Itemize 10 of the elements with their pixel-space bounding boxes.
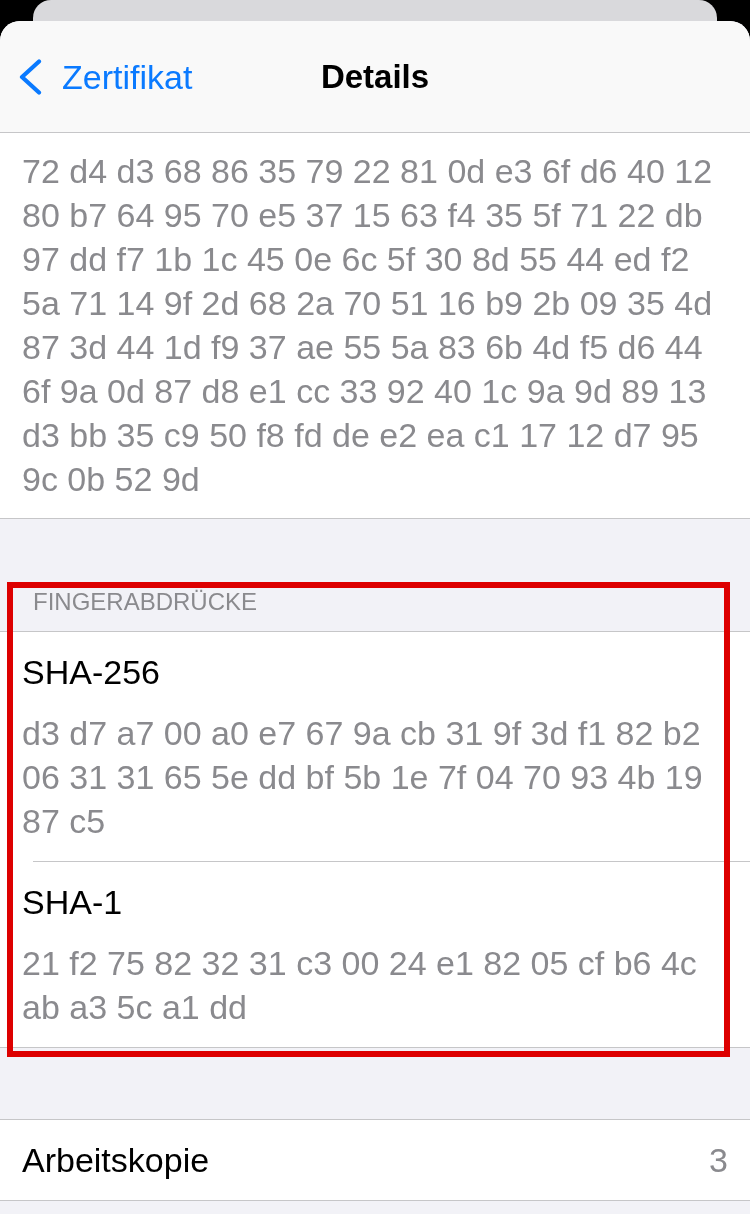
fingerprint-label: SHA-256 bbox=[22, 652, 161, 692]
chevron-left-icon bbox=[18, 58, 42, 95]
fingerprint-label: SHA-1 bbox=[22, 882, 124, 922]
back-button[interactable]: Zertifikat bbox=[18, 56, 193, 97]
nav-title: Details bbox=[320, 56, 430, 97]
row-value: 3 bbox=[709, 1140, 728, 1180]
fingerprint-value: d3 d7 a7 00 a0 e7 67 9a cb 31 9f 3d f1 82 b2 06 31 31 65 5e dd bf 5b 1e 7f 04 70 93 4b 19 87 c5 bbox=[22, 713, 704, 842]
row-label: Arbeitskopie bbox=[22, 1140, 210, 1180]
fingerprint-value: 21 f2 75 82 32 31 c3 00 24 e1 82 05 cf b6 4c ab a3 5c a1 dd bbox=[22, 943, 698, 1028]
hex-value: 72 d4 d3 68 86 35 79 22 81 0d e3 6f d6 40 12 80 b7 64 95 70 e5 37 15 63 f4 35 5f 71 22 db 97 dd f7 1b 1c 45 0e 6c 5f 30 8d 55 44 ed f2 5a 71 14 9f 2d 68 2a 70 51 16 b9 2b 09 35 4d 87 3d 44 1d f9 37 ae 55 5a 83 6b 4d f5 d6 44 6f 9a 0d 87 d8 e1 cc 33 92 40 1c 9a 9d 89 13 d3 bb 35 c9 50 f8 fd de e2 ea c1 17 12 d7 95 9c 0b 52 9d bbox=[22, 151, 714, 500]
